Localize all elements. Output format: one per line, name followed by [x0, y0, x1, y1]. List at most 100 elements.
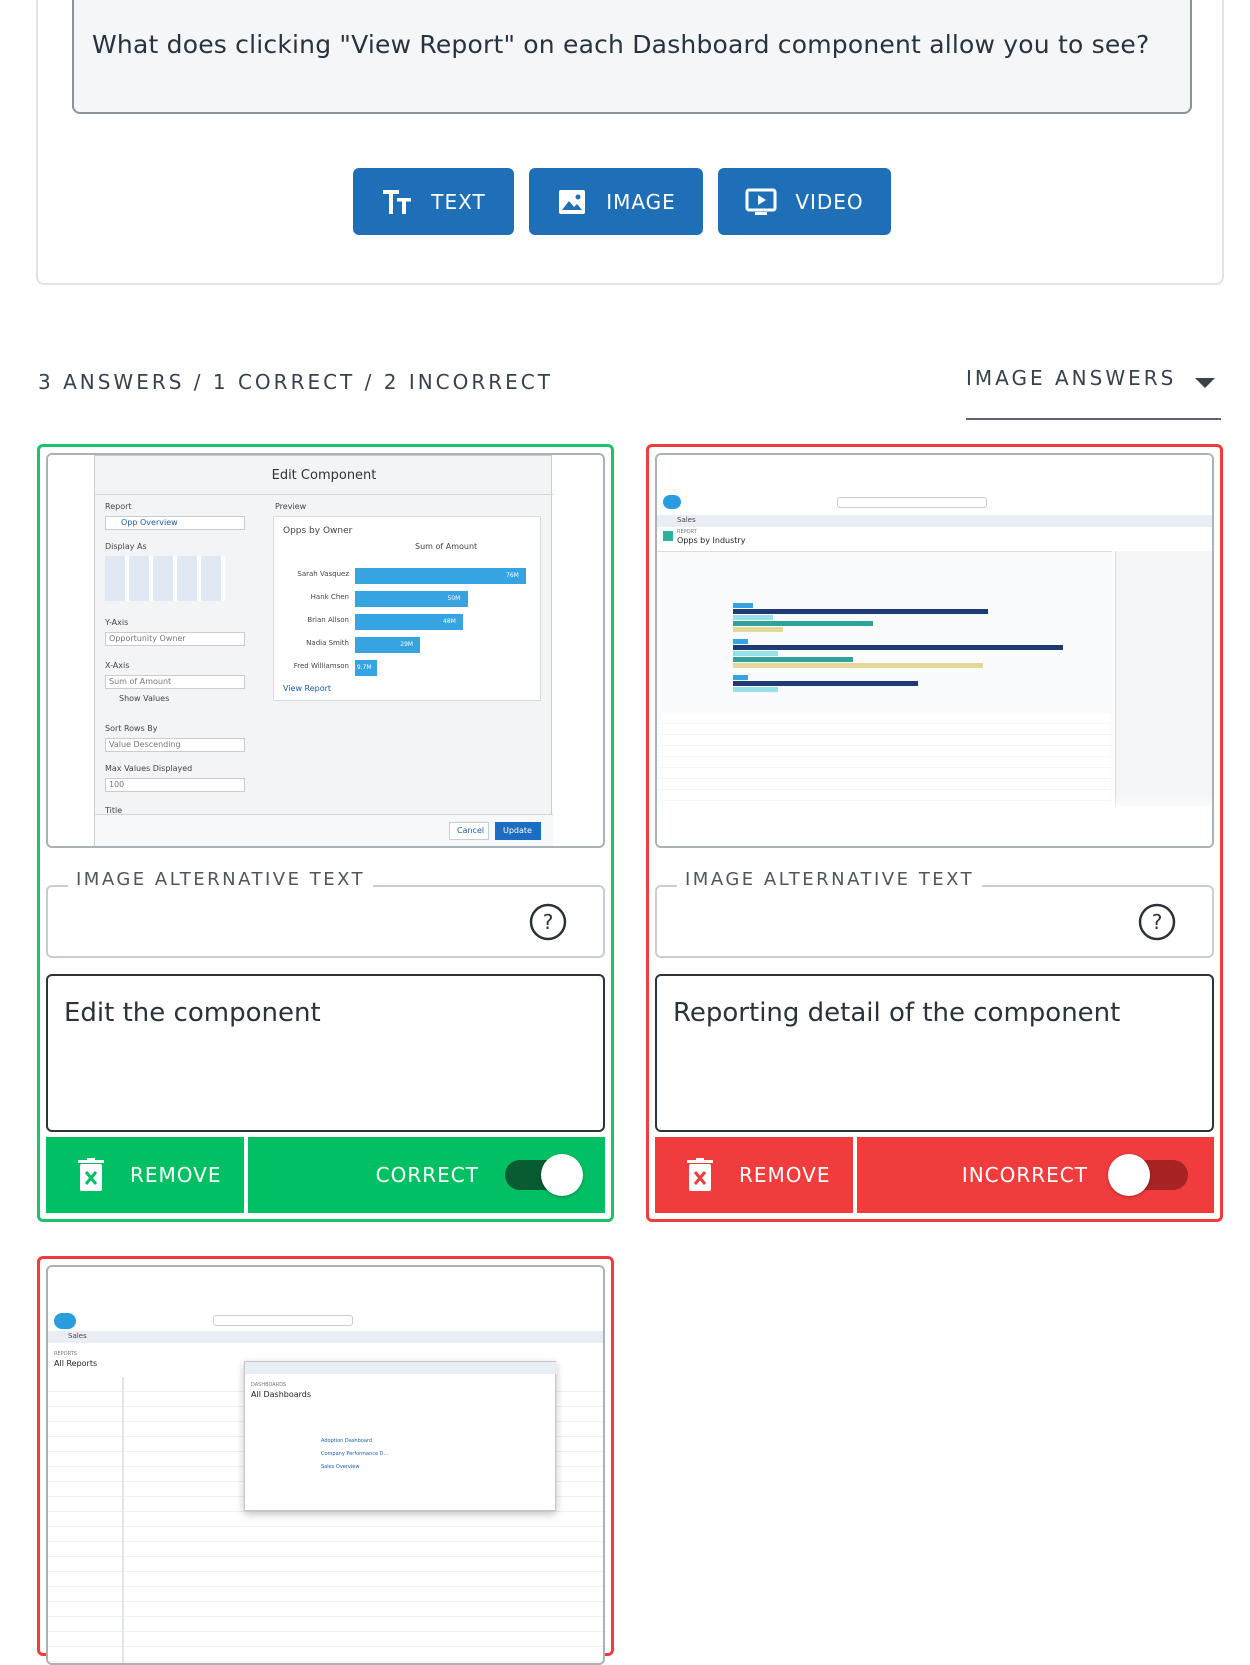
- text-button-label: TEXT: [431, 189, 486, 214]
- answer-image-2[interactable]: Sales REPORT Opps by Industry: [655, 453, 1214, 848]
- chevron-down-icon: [1195, 378, 1215, 388]
- alt-text-field-1[interactable]: IMAGE ALTERNATIVE TEXT ?: [46, 869, 605, 958]
- owner-label: Sarah Vasquez: [297, 570, 349, 578]
- alt-text-field-2[interactable]: IMAGE ALTERNATIVE TEXT ?: [655, 869, 1214, 958]
- x-axis-value: Sum of Amount: [109, 677, 172, 686]
- alt-text-label: IMAGE ALTERNATIVE TEXT: [677, 869, 983, 890]
- answer-text: Reporting detail of the component: [673, 998, 1121, 1028]
- answer-text-field-2[interactable]: Reporting detail of the component: [655, 974, 1214, 1132]
- value-label: 48M: [443, 618, 456, 625]
- cancel-button: Cancel: [457, 826, 485, 835]
- answer-image-3[interactable]: Sales REPORTS All Reports DASHBOARDS All…: [46, 1265, 605, 1665]
- question-text: What does clicking "View Report" on each…: [92, 30, 1150, 59]
- value-label: 76M: [506, 572, 519, 579]
- answer-actions-2: REMOVE INCORRECT: [655, 1137, 1214, 1213]
- dashboard-link: Company Performance D...: [321, 1451, 389, 1457]
- answer-card-2: Sales REPORT Opps by Industry IMAGE ALTE…: [646, 444, 1223, 1222]
- correctness-toggle[interactable]: INCORRECT: [857, 1137, 1214, 1213]
- value-label: 29M: [400, 641, 414, 648]
- add-text-answer-button[interactable]: TEXT: [353, 168, 514, 235]
- industry-bar: [733, 603, 753, 608]
- list-title: All Reports: [54, 1359, 98, 1368]
- value-label: 9.7M: [356, 664, 372, 671]
- dashboard-link: Sales Overview: [321, 1464, 360, 1470]
- remove-label: REMOVE: [739, 1163, 831, 1187]
- dashboard-link: Adoption Dashboard: [321, 1438, 373, 1444]
- industry-bar: [733, 627, 783, 632]
- show-values-label: Show Values: [119, 694, 170, 703]
- question-field[interactable]: What does clicking "View Report" on each…: [72, 0, 1192, 114]
- answers-summary: 3 ANSWERS / 1 CORRECT / 2 INCORRECT: [38, 370, 553, 394]
- industry-bar: [733, 645, 1063, 650]
- question-card: What does clicking "View Report" on each…: [36, 0, 1224, 285]
- add-image-answer-button[interactable]: IMAGE: [529, 168, 703, 235]
- help-icon[interactable]: ?: [1138, 903, 1176, 941]
- video-icon: [745, 188, 777, 215]
- sort-rows-label: Sort Rows By: [105, 724, 158, 733]
- report-label: Report: [105, 502, 132, 511]
- owner-label: Nadia Smith: [306, 639, 349, 647]
- value-label: 50M: [447, 595, 461, 602]
- correctness-toggle[interactable]: CORRECT: [248, 1137, 605, 1213]
- edit-component-title: Edit Component: [271, 468, 377, 483]
- industry-bar: [733, 675, 748, 680]
- industry-bar: [733, 609, 988, 614]
- report-value: Opp Overview: [121, 518, 178, 527]
- answer-card-1: Edit Component Report Opp Overview Displ…: [37, 444, 614, 1222]
- industry-bar: [733, 651, 778, 656]
- video-button-label: VIDEO: [795, 189, 864, 214]
- svg-text:?: ?: [543, 910, 554, 934]
- sort-value: Value Descending: [109, 740, 181, 749]
- alt-text-label: IMAGE ALTERNATIVE TEXT: [68, 869, 374, 890]
- max-values-label: Max Values Displayed: [105, 764, 193, 773]
- industry-bar: [733, 663, 983, 668]
- add-video-answer-button[interactable]: VIDEO: [718, 168, 891, 235]
- owner-label: Brian Allson: [307, 616, 349, 624]
- owner-bar: [355, 568, 526, 584]
- industry-bar: [733, 681, 918, 686]
- preview-label: Preview: [275, 502, 307, 511]
- y-axis-label: Y-Axis: [105, 618, 129, 627]
- industry-bar: [733, 621, 873, 626]
- text-size-icon: [383, 189, 412, 214]
- remove-button[interactable]: REMOVE: [46, 1137, 244, 1213]
- max-value: 100: [109, 780, 125, 789]
- answer-card-3: Sales REPORTS All Reports DASHBOARDS All…: [37, 1256, 614, 1665]
- answer-text: Edit the component: [64, 998, 321, 1028]
- y-axis-value: Opportunity Owner: [109, 634, 186, 643]
- answer-actions-1: REMOVE CORRECT: [46, 1137, 605, 1213]
- display-as-label: Display As: [105, 542, 147, 551]
- filter-label: IMAGE ANSWERS: [966, 366, 1177, 390]
- app-name: Sales: [677, 516, 696, 524]
- remove-label: REMOVE: [130, 1163, 222, 1187]
- x-axis-label: X-Axis: [105, 661, 130, 670]
- help-icon[interactable]: ?: [529, 903, 567, 941]
- app-name: Sales: [68, 1332, 87, 1340]
- industry-bar: [733, 615, 773, 620]
- status-label: INCORRECT: [961, 1163, 1088, 1187]
- view-report-link: View Report: [283, 684, 332, 693]
- industry-bar: [733, 687, 778, 692]
- industry-bar: [733, 657, 853, 662]
- svg-text:?: ?: [1152, 910, 1163, 934]
- remove-button[interactable]: REMOVE: [655, 1137, 853, 1213]
- overlay-title: All Dashboards: [251, 1390, 312, 1399]
- toggle-switch[interactable]: [505, 1154, 583, 1196]
- section-label: REPORTS: [54, 1351, 77, 1357]
- answer-text-field-1[interactable]: Edit the component: [46, 974, 605, 1132]
- answer-type-filter[interactable]: IMAGE ANSWERS: [966, 366, 1221, 420]
- answer-image-1[interactable]: Edit Component Report Opp Overview Displ…: [46, 453, 605, 848]
- overlay-section-label: DASHBOARDS: [251, 1382, 287, 1388]
- update-button: Update: [503, 826, 532, 835]
- report-title: Opps by Industry: [677, 536, 746, 545]
- toggle-switch[interactable]: [1108, 1154, 1188, 1196]
- trash-icon: [687, 1158, 713, 1191]
- status-label: CORRECT: [375, 1163, 479, 1187]
- industry-bar: [733, 639, 748, 644]
- owner-label: Hank Chen: [310, 593, 349, 601]
- trash-icon: [78, 1158, 104, 1191]
- object-label: REPORT: [677, 529, 697, 535]
- chart-title: Opps by Owner: [283, 526, 353, 536]
- image-icon: [559, 189, 586, 214]
- owner-label: Fred Williamson: [293, 662, 349, 670]
